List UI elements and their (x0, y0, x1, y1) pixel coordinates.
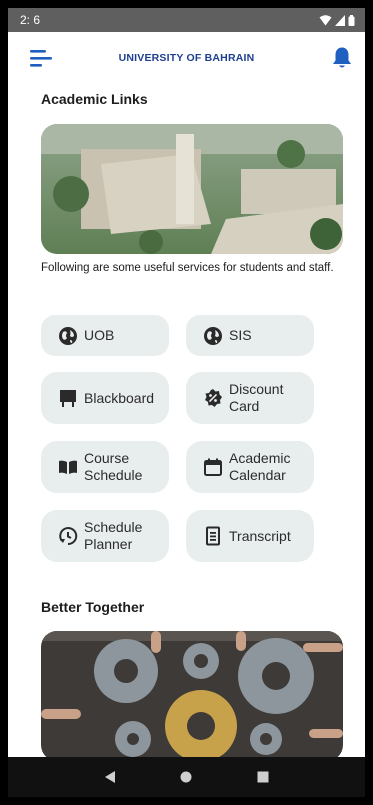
transcript-link-button[interactable]: Transcript (186, 510, 314, 562)
menu-icon (30, 50, 52, 67)
better-together-title: Better Together (41, 599, 145, 615)
home-circle-icon (180, 771, 192, 783)
gears-teamwork-image (41, 631, 343, 757)
academic-calendar-label: Academic Calendar (229, 450, 291, 483)
menu-button[interactable] (30, 49, 54, 69)
globe-icon (58, 326, 78, 346)
app-bar: UNIVERSITY OF BAHRAIN (8, 32, 365, 84)
uob-link-button[interactable]: UOB (41, 315, 169, 356)
globe-icon (203, 326, 223, 346)
back-triangle-icon (105, 771, 116, 783)
uob-label: UOB (84, 327, 115, 343)
course-schedule-link-button[interactable]: Course Schedule (41, 441, 169, 493)
nav-back-button[interactable] (90, 762, 130, 792)
blackboard-link-button[interactable]: Blackboard (41, 372, 169, 424)
document-list-icon (203, 526, 223, 546)
sis-link-button[interactable]: SIS (186, 315, 314, 356)
academic-calendar-link-button[interactable]: Academic Calendar (186, 441, 314, 493)
status-time: 2: 6 (20, 13, 41, 27)
notifications-button[interactable] (331, 46, 353, 70)
calendar-icon (203, 457, 223, 477)
campus-aerial-image (41, 124, 343, 254)
app-title: UNIVERSITY OF BAHRAIN (118, 52, 255, 64)
schedule-planner-link-button[interactable]: Schedule Planner (41, 510, 169, 562)
schedule-planner-label: Schedule Planner (84, 519, 143, 552)
battery-icon (348, 14, 355, 26)
academic-links-title: Academic Links (41, 91, 148, 107)
discount-card-link-button[interactable]: Discount Card (186, 372, 314, 424)
discount-card-label: Discount Card (229, 381, 284, 414)
badge-percent-icon (203, 388, 223, 408)
sis-label: SIS (229, 327, 252, 343)
recents-square-icon (257, 771, 269, 783)
blackboard-label: Blackboard (84, 389, 155, 406)
status-icons (319, 14, 355, 26)
nav-home-button[interactable] (166, 762, 206, 792)
clock-refresh-icon (58, 526, 78, 546)
transcript-label: Transcript (229, 527, 291, 544)
main-content[interactable]: Academic Links Following are some useful… (8, 84, 365, 757)
course-schedule-label: Course Schedule (84, 450, 143, 483)
chalkboard-icon (58, 388, 78, 408)
system-nav-bar (8, 757, 365, 797)
book-open-icon (58, 457, 78, 477)
intro-text: Following are some useful services for s… (41, 262, 334, 274)
signal-icon (335, 14, 345, 26)
wifi-icon (319, 14, 332, 25)
status-bar: 2: 6 (8, 8, 365, 32)
app-screen: 2: 6 UNIVERSITY OF BAHRAIN Academic Link… (8, 8, 365, 797)
nav-recents-button[interactable] (243, 762, 283, 792)
bell-icon (333, 47, 351, 68)
